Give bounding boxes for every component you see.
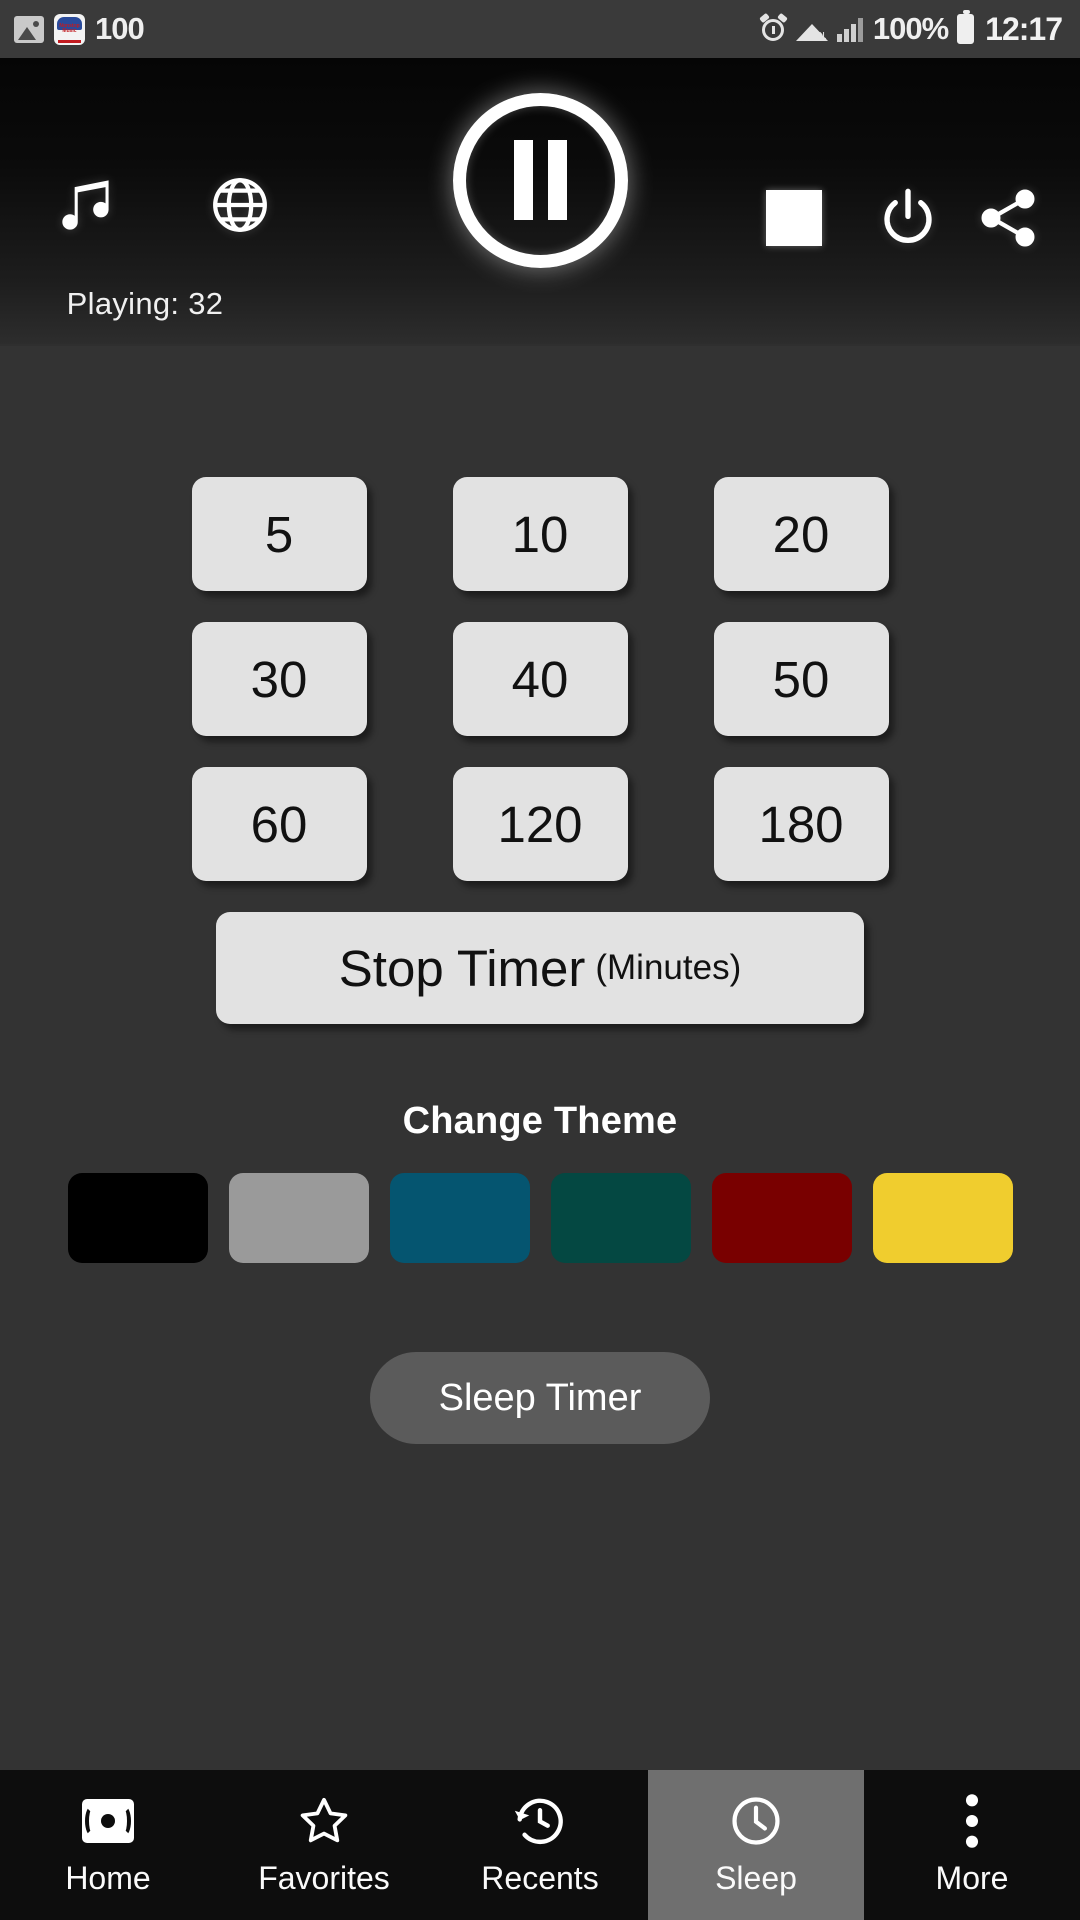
cellular-signal-icon — [836, 16, 864, 42]
timer-button-30[interactable]: 30 — [191, 622, 367, 736]
gallery-icon — [14, 15, 44, 43]
nav-label-sleep: Sleep — [715, 1860, 797, 1896]
nav-item-recents[interactable]: Recents — [432, 1770, 648, 1920]
alarm-icon — [758, 12, 788, 43]
stop-timer-button[interactable]: Stop Timer (Minutes) — [216, 912, 864, 1024]
bottom-navigation: Home Favorites Recents Sleep More — [0, 1770, 1080, 1920]
status-bar-right: ⇅ 100% 12:17 — [758, 10, 1063, 48]
change-theme-label: Change Theme — [402, 1100, 678, 1142]
timer-button-50[interactable]: 50 — [713, 622, 889, 736]
nav-item-favorites[interactable]: Favorites — [216, 1770, 432, 1920]
notification-count: 100 — [95, 11, 145, 46]
battery-percent-label: 100% — [872, 11, 949, 46]
pause-icon — [452, 92, 628, 268]
power-icon[interactable] — [874, 184, 942, 252]
timer-grid: 5 10 20 30 40 50 60 120 180 Stop Timer (… — [0, 477, 1080, 1263]
theme-swatch-gray[interactable] — [228, 1173, 369, 1263]
history-clock-icon — [512, 1793, 568, 1849]
battery-icon — [957, 10, 975, 44]
timer-button-180[interactable]: 180 — [713, 767, 889, 881]
status-bar-left: Nonstop Music 100 — [14, 11, 145, 47]
radio-broadcast-icon — [82, 1793, 134, 1849]
timer-button-40[interactable]: 40 — [452, 622, 628, 736]
stop-timer-unit: (Minutes) — [595, 948, 742, 987]
timer-row: 30 40 50 — [0, 622, 1080, 736]
theme-swatch-red[interactable] — [711, 1173, 852, 1263]
stop-timer-row: Stop Timer (Minutes) — [0, 912, 1080, 1024]
theme-swatch-yellow[interactable] — [872, 1173, 1013, 1263]
timer-button-60[interactable]: 60 — [191, 767, 367, 881]
wifi-icon: ⇅ — [795, 16, 828, 43]
theme-swatch-list — [0, 1173, 1080, 1263]
nav-item-sleep[interactable]: Sleep — [648, 1770, 864, 1920]
music-note-icon[interactable] — [50, 168, 124, 242]
stop-timer-label: Stop Timer — [338, 939, 586, 997]
nav-label-home: Home — [65, 1860, 151, 1896]
player-header: Playing: 32 All The Best Oldies — [0, 58, 1080, 430]
stop-icon[interactable] — [766, 190, 822, 246]
timer-button-5[interactable]: 5 — [191, 477, 367, 591]
nav-label-favorites: Favorites — [258, 1860, 390, 1896]
nav-item-home[interactable]: Home — [0, 1770, 216, 1920]
playing-count-label: Playing: 32 — [66, 286, 224, 321]
nonstop-music-app-icon: Nonstop Music — [54, 13, 85, 45]
nav-item-more[interactable]: More — [864, 1770, 1080, 1920]
timer-button-120[interactable]: 120 — [452, 767, 628, 881]
theme-swatch-green[interactable] — [550, 1173, 691, 1263]
timer-button-20[interactable]: 20 — [713, 477, 889, 591]
clock-icon — [728, 1793, 784, 1849]
timer-row: 60 120 180 — [0, 767, 1080, 881]
status-bar: Nonstop Music 100 ⇅ 100% 12:17 — [0, 0, 1080, 58]
sleep-timer-button[interactable]: Sleep Timer — [370, 1352, 710, 1444]
nav-label-more: More — [935, 1860, 1009, 1896]
share-icon[interactable] — [974, 184, 1042, 252]
globe-icon[interactable] — [208, 173, 272, 237]
app-icon-label: Nonstop Music — [59, 23, 80, 34]
sleep-timer-row: Sleep Timer — [0, 1352, 1080, 1444]
main-content: 5 10 20 30 40 50 60 120 180 Stop Timer (… — [0, 346, 1080, 1770]
nav-label-recents: Recents — [481, 1860, 599, 1896]
play-pause-button[interactable] — [432, 72, 648, 288]
theme-swatch-black[interactable] — [67, 1173, 208, 1263]
timer-row: 5 10 20 — [0, 477, 1080, 591]
star-outline-icon — [297, 1793, 351, 1849]
clock-label: 12:17 — [985, 10, 1063, 47]
three-dots-icon — [962, 1793, 982, 1849]
timer-button-10[interactable]: 10 — [452, 477, 628, 591]
theme-swatch-blue[interactable] — [389, 1173, 530, 1263]
